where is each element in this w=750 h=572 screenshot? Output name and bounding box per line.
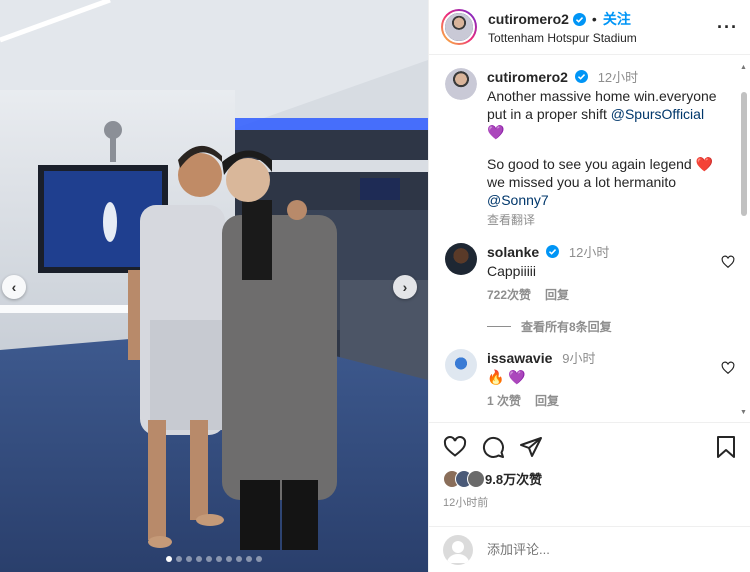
- post-actions: 9.8万次赞 12小时前: [429, 422, 750, 510]
- likes-count[interactable]: 9.8万次赞: [485, 469, 542, 488]
- comment-username[interactable]: issawavie: [487, 350, 552, 366]
- comment-avatar[interactable]: [445, 243, 477, 275]
- comment-bubble-icon[interactable]: [481, 435, 505, 459]
- carousel-dot: [166, 556, 172, 562]
- like-heart-icon[interactable]: [443, 435, 467, 459]
- scroll-down-icon[interactable]: ▼: [740, 409, 747, 416]
- post-panel: cutiromero2 • 关注 Tottenham Hotspur Stadi…: [428, 0, 750, 572]
- comments-scrollbar[interactable]: ▲ ▼: [740, 64, 748, 416]
- verified-badge-icon: [572, 12, 586, 26]
- carousel-prev-button[interactable]: ‹: [2, 275, 26, 299]
- carousel-next-button[interactable]: ›: [393, 275, 417, 299]
- bookmark-icon[interactable]: [715, 435, 737, 459]
- add-comment-input[interactable]: [487, 542, 687, 557]
- post-location[interactable]: Tottenham Hotspur Stadium: [488, 31, 717, 45]
- comment-time: 12小时: [568, 245, 610, 260]
- mention-spursofficial[interactable]: @SpursOfficial: [611, 106, 704, 122]
- verified-badge-icon: [574, 70, 588, 83]
- follow-button[interactable]: 关注: [603, 9, 631, 29]
- comment-text: Cappiiiii: [487, 263, 537, 279]
- heart-outline-icon[interactable]: [721, 255, 735, 269]
- comment-reply-button[interactable]: 回复: [545, 286, 569, 304]
- default-user-icon: [447, 540, 469, 563]
- current-user-avatar: [443, 534, 473, 565]
- caption-line2: So good to see you again legend: [487, 156, 696, 172]
- view-replies-label: 查看所有8条回复: [521, 320, 612, 334]
- carousel-dot: [216, 556, 222, 562]
- post-photo[interactable]: ‹ ›: [0, 0, 428, 572]
- caption-line3: we missed you a lot hermanito: [487, 174, 677, 190]
- carousel-dot: [256, 556, 262, 562]
- author-username[interactable]: cutiromero2: [488, 11, 569, 27]
- mention-sonny7[interactable]: @Sonny7: [487, 191, 735, 209]
- comments-list: cutiromero2 12小时 Another massive home wi…: [429, 56, 750, 414]
- comment-avatar[interactable]: [445, 349, 477, 381]
- view-replies-button[interactable]: 查看所有8条回复: [487, 318, 735, 335]
- divider-line: [487, 326, 511, 327]
- scroll-up-icon[interactable]: ▲: [740, 64, 747, 71]
- scrollbar-thumb[interactable]: [741, 92, 747, 216]
- header-separator: •: [591, 11, 597, 27]
- locker-room-photo: [0, 0, 428, 572]
- author-avatar[interactable]: [441, 9, 477, 45]
- comment-item: issawavie 9小时 🔥 💜 1 次赞 回复: [445, 349, 735, 410]
- share-send-icon[interactable]: [519, 435, 543, 459]
- carousel-dot: [186, 556, 192, 562]
- carousel-dot: [246, 556, 252, 562]
- see-translation-link[interactable]: 查看翻译: [487, 211, 735, 229]
- carousel-dot: [226, 556, 232, 562]
- carousel-dot: [196, 556, 202, 562]
- comment-likes[interactable]: 722次赞: [487, 286, 531, 304]
- carousel-dot: [176, 556, 182, 562]
- carousel-dot: [236, 556, 242, 562]
- comment-reply-button[interactable]: 回复: [535, 392, 559, 410]
- caption-time: 12小时: [597, 70, 639, 85]
- verified-badge-icon: [546, 245, 560, 258]
- comment-text: 🔥 💜: [487, 369, 526, 385]
- comment-username[interactable]: solanke: [487, 244, 539, 260]
- liker-avatars[interactable]: [443, 469, 485, 488]
- comment-time: 9小时: [562, 351, 596, 366]
- red-heart-icon: ❤️: [695, 156, 714, 172]
- caption-username[interactable]: cutiromero2: [487, 69, 568, 85]
- purple-heart-icon: 💜: [487, 124, 505, 140]
- carousel-dots: [0, 556, 428, 562]
- post-timestamp: 12小时前: [443, 497, 489, 509]
- heart-outline-icon[interactable]: [721, 361, 735, 375]
- chevron-left-icon: ‹: [11, 279, 17, 295]
- carousel-dot: [206, 556, 212, 562]
- more-options-icon[interactable]: ···: [717, 18, 738, 36]
- add-comment-bar: [429, 526, 750, 572]
- caption-avatar[interactable]: [445, 68, 477, 100]
- post-header: cutiromero2 • 关注 Tottenham Hotspur Stadi…: [429, 0, 750, 55]
- caption: cutiromero2 12小时 Another massive home wi…: [445, 68, 735, 229]
- comment-item: solanke 12小时 Cappiiiii 722次赞 回复: [445, 243, 735, 304]
- comment-likes[interactable]: 1 次赞: [487, 392, 521, 410]
- chevron-right-icon: ›: [402, 279, 408, 295]
